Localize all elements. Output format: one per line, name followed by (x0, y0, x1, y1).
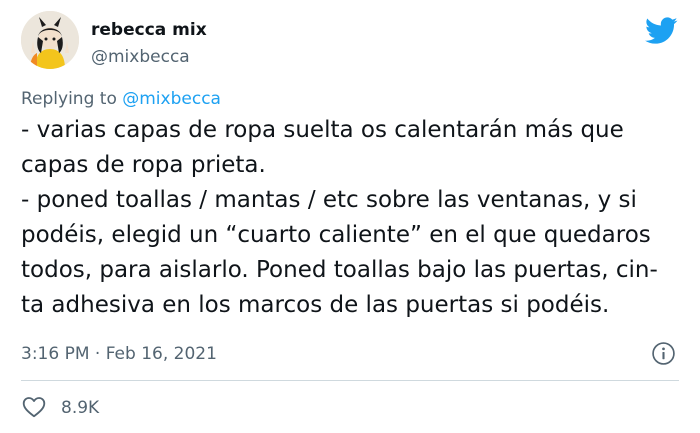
tweet-line: capas de ropa prieta. (21, 152, 266, 178)
tweet-line: todos, para aislarlo. Poned toallas bajo… (21, 257, 658, 283)
twitter-bird-icon[interactable] (645, 17, 678, 45)
tweet-line: - varias capas de ropa suelta os calenta… (21, 117, 624, 143)
tweet-timestamp[interactable]: 3:16 PM · Feb 16, 2021 (21, 341, 217, 367)
author-name[interactable]: rebecca mix (91, 18, 207, 42)
tweet-text: - varias capas de ropa suelta os calenta… (21, 113, 700, 323)
avatar[interactable] (21, 11, 79, 69)
author-handle[interactable]: @mixbecca (91, 45, 190, 69)
reply-mention-link[interactable]: @mixbecca (122, 89, 221, 109)
divider (21, 380, 679, 381)
info-icon[interactable] (651, 341, 676, 366)
tweet-line: podéis, elegid un “cuarto caliente” en e… (21, 222, 651, 248)
heart-icon[interactable] (21, 394, 47, 420)
tweet-line: ta adhesiva en los marcos de las puertas… (21, 292, 610, 318)
avatar-icon (21, 11, 79, 69)
reply-context: Replying to @mixbecca (21, 86, 221, 112)
tweet-line: - poned toallas / mantas / etc sobre las… (21, 187, 637, 213)
reply-prefix: Replying to (21, 89, 123, 109)
like-count: 8.9K (61, 398, 100, 418)
